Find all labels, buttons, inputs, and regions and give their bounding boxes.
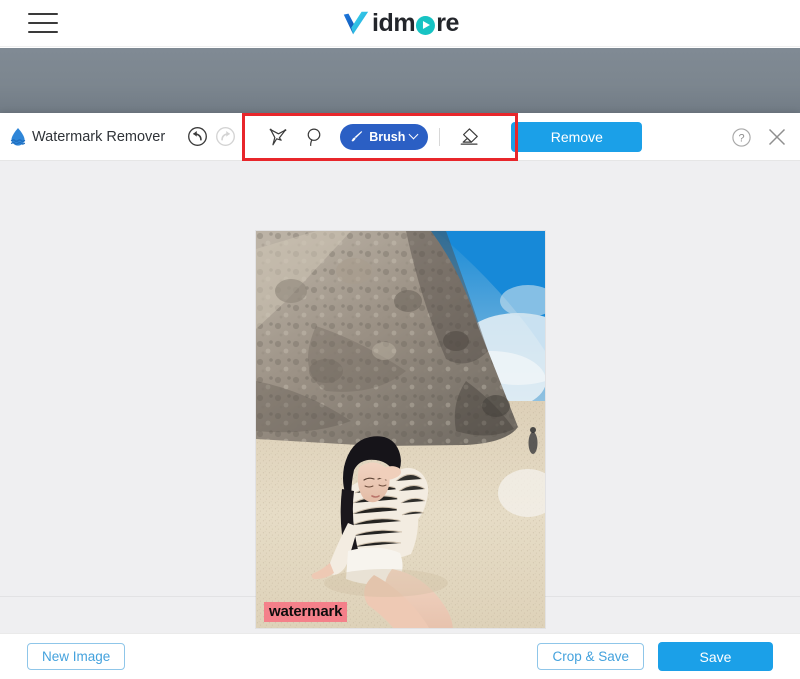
- hamburger-menu-icon[interactable]: [28, 10, 58, 36]
- crop-and-save-button[interactable]: Crop & Save: [537, 643, 644, 670]
- brush-tool[interactable]: Brush: [340, 124, 428, 150]
- tool-selection-group: Brush: [260, 122, 487, 152]
- polygonal-lasso-tool[interactable]: [260, 122, 296, 152]
- question-mark-icon: ?: [731, 127, 752, 148]
- modal-title-text: Watermark Remover: [32, 129, 165, 145]
- brand-logo[interactable]: idm re: [341, 8, 459, 38]
- toolbar-divider: [439, 128, 440, 146]
- brand-text-1: idm: [372, 11, 415, 36]
- page-banner: [0, 48, 800, 114]
- undo-button[interactable]: [187, 126, 208, 147]
- watermark-label: watermark: [264, 602, 347, 622]
- footer-actions: Crop & Save Save: [537, 642, 773, 671]
- toolbar-right-controls: ?: [731, 113, 788, 161]
- undo-arrow-icon: [187, 126, 208, 147]
- brand-text-2: re: [436, 11, 459, 36]
- remove-button[interactable]: Remove: [511, 122, 642, 152]
- save-button[interactable]: Save: [658, 642, 773, 671]
- brush-tool-label: Brush: [369, 130, 405, 144]
- eraser-tool[interactable]: [451, 122, 487, 152]
- page-header: idm re: [0, 0, 800, 47]
- eraser-icon: [457, 126, 481, 148]
- lasso-tool[interactable]: [296, 122, 332, 152]
- close-x-icon: [766, 126, 788, 148]
- brand-wordmark: idm re: [372, 11, 459, 36]
- redo-arrow-icon: [215, 126, 236, 147]
- hamburger-line: [28, 31, 58, 33]
- history-controls: [187, 126, 236, 147]
- lasso-icon: [303, 126, 325, 148]
- water-drop-icon: [8, 126, 28, 148]
- new-image-button[interactable]: New Image: [27, 643, 125, 670]
- hamburger-line: [28, 13, 58, 15]
- polygonal-lasso-icon: [267, 126, 289, 148]
- svg-text:?: ?: [738, 132, 744, 144]
- redo-button[interactable]: [215, 126, 236, 147]
- brush-icon: [349, 129, 364, 144]
- modal-footer: New Image Crop & Save Save: [0, 633, 800, 679]
- edited-photo[interactable]: watermark: [256, 231, 545, 628]
- brand-play-o-icon: [416, 16, 435, 35]
- close-button[interactable]: [766, 126, 788, 148]
- help-button[interactable]: ?: [731, 127, 752, 148]
- chevron-down-icon: [409, 130, 419, 140]
- watermark-remover-modal: Watermark Remover: [0, 113, 800, 679]
- image-canvas-area[interactable]: watermark: [0, 161, 800, 596]
- modal-title: Watermark Remover: [8, 126, 165, 148]
- vidmore-check-icon: [341, 8, 371, 38]
- hamburger-line: [28, 22, 58, 24]
- photo-artwork: [256, 231, 545, 628]
- editor-toolbar: Watermark Remover: [0, 113, 800, 161]
